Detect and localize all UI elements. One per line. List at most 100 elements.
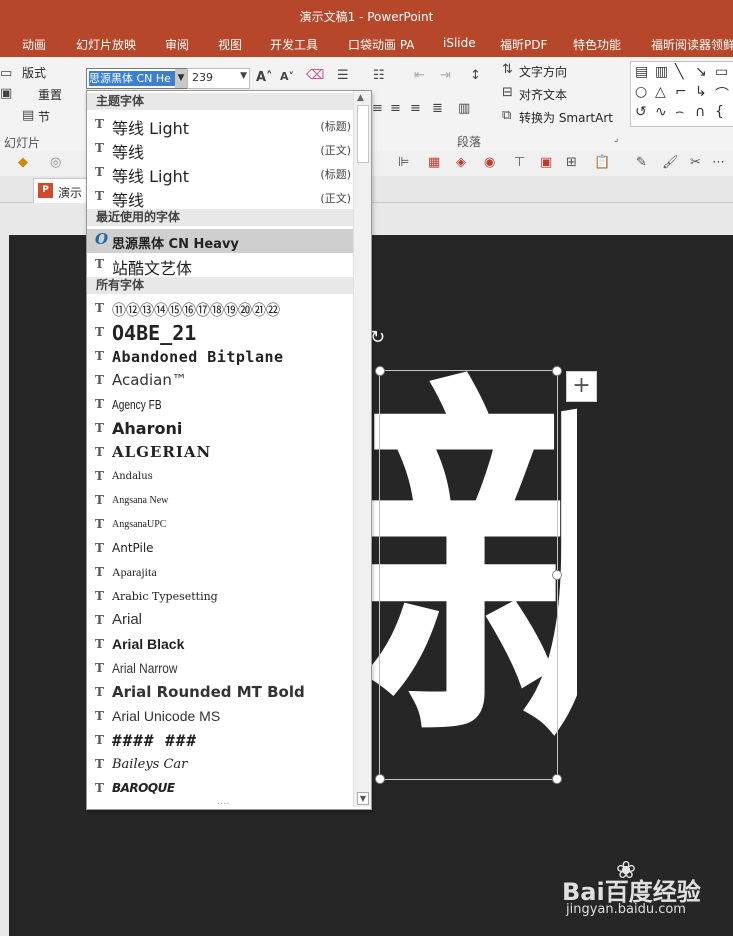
curve-connector-icon[interactable]: ⌒ bbox=[715, 84, 729, 104]
group-objects-icon[interactable]: ◈ bbox=[456, 155, 466, 170]
chevron-down-icon[interactable]: ▼ bbox=[240, 71, 247, 81]
spacing-icon[interactable]: ⊞ bbox=[566, 155, 577, 170]
font-size-combo[interactable]: 239 ▼ bbox=[187, 68, 250, 89]
oval-shape-icon[interactable]: ○ bbox=[635, 84, 647, 100]
font-dropdown[interactable]: 主题字体 T 等线 Light (标题) T 等线 (正文) T 等线 Ligh… bbox=[86, 90, 372, 810]
justify-icon[interactable]: ≡ bbox=[410, 101, 421, 116]
chevron-down-icon[interactable]: ▼ bbox=[175, 69, 187, 88]
arc-shape-icon[interactable]: ⌢ bbox=[675, 104, 684, 120]
columns-icon[interactable]: ▥ bbox=[458, 101, 470, 116]
tab-animation[interactable]: 动画 bbox=[22, 36, 46, 53]
freeform-shape-icon[interactable]: ∩ bbox=[695, 104, 705, 120]
font-option[interactable]: T Andalus bbox=[87, 465, 353, 489]
line-spacing-icon[interactable]: ↕ bbox=[470, 68, 481, 83]
scroll-up-icon[interactable]: ▲ bbox=[357, 93, 364, 103]
resize-handle-top-right[interactable] bbox=[552, 366, 562, 376]
resize-handle-top-left[interactable] bbox=[375, 366, 385, 376]
brace-shape-icon[interactable]: { bbox=[715, 104, 724, 120]
font-option[interactable]: T O4BE_21 bbox=[87, 321, 353, 345]
bullets-icon[interactable]: ☰ bbox=[337, 68, 349, 83]
shrink-font-icon[interactable]: A˅ bbox=[280, 70, 294, 83]
align-center-icon[interactable]: ≡ bbox=[372, 101, 383, 116]
clear-format-icon[interactable]: ⌫ bbox=[306, 68, 324, 83]
tab-developer[interactable]: 开发工具 bbox=[270, 36, 318, 53]
font-option[interactable]: T 等线 Light (标题) bbox=[87, 161, 353, 186]
font-option[interactable]: T Aharoni bbox=[87, 417, 353, 441]
rectangle-shape-icon[interactable]: ▭ bbox=[715, 64, 728, 80]
format-painter-icon[interactable]: 🖌 bbox=[662, 155, 679, 170]
font-option-selected[interactable]: O 思源黑体 CN Heavy bbox=[87, 229, 353, 253]
tab-foxit-pdf[interactable]: 福昕PDF bbox=[500, 36, 547, 53]
brush-icon[interactable]: ✎ bbox=[636, 155, 647, 170]
align-text-button[interactable]: 对齐文本 bbox=[519, 86, 567, 103]
reset-button[interactable]: 重置 bbox=[38, 86, 62, 103]
font-option[interactable]: T Aparajita bbox=[87, 561, 353, 585]
font-option[interactable]: T AngsanaUPC bbox=[87, 513, 353, 537]
text-direction-button[interactable]: 文字方向 bbox=[519, 63, 567, 80]
font-option[interactable]: T 站酷文艺体 bbox=[87, 253, 353, 278]
tab-view[interactable]: 视图 bbox=[218, 36, 242, 53]
font-option[interactable]: T ALGERIAN bbox=[87, 441, 353, 465]
fill-color-icon[interactable]: ◆ bbox=[18, 155, 28, 170]
numbering-icon[interactable]: ☷ bbox=[373, 68, 385, 83]
align-right-icon[interactable]: ≡ bbox=[390, 101, 401, 116]
font-option[interactable]: T AntPile bbox=[87, 537, 353, 561]
layout-button[interactable]: 版式 bbox=[22, 64, 46, 81]
dialog-launcher-icon[interactable]: ⌟ bbox=[614, 134, 618, 144]
paste-icon[interactable]: 📋 bbox=[594, 155, 610, 170]
resize-handle-bottom-left[interactable] bbox=[375, 774, 385, 784]
align-top-icon[interactable]: ⊤ bbox=[514, 155, 525, 170]
font-option[interactable]: T 等线 (正文) bbox=[87, 137, 353, 162]
decrease-indent-icon[interactable]: ⇤ bbox=[414, 68, 425, 83]
tab-features[interactable]: 特色功能 bbox=[573, 36, 621, 53]
tab-review[interactable]: 审阅 bbox=[165, 36, 189, 53]
shapes-gallery[interactable]: ▤ ▥ ╲ ↘ ▭ ○ △ ⌐ ↳ ⌒ ↺ ∿ ⌢ ∩ { bbox=[630, 61, 733, 127]
section-button[interactable]: 节 bbox=[38, 108, 50, 125]
scroll-down-icon[interactable]: ▼ bbox=[357, 792, 369, 805]
font-option[interactable]: T 等线 (正文) bbox=[87, 185, 353, 210]
font-option[interactable]: T Arial Narrow bbox=[87, 657, 353, 681]
scroll-thumb[interactable] bbox=[357, 105, 369, 163]
size-objects-icon[interactable]: ▣ bbox=[540, 155, 552, 170]
document-tab[interactable]: P 演示 bbox=[33, 178, 91, 203]
resize-handle-right[interactable] bbox=[552, 570, 562, 580]
eraser-icon[interactable]: ✂ bbox=[690, 155, 701, 170]
font-option[interactable]: T Abandoned Bitplane bbox=[87, 345, 353, 369]
line-shape-icon[interactable]: ╲ bbox=[675, 64, 683, 80]
more-icon[interactable]: ⋯ bbox=[712, 155, 725, 170]
font-option[interactable]: T Acadian™ bbox=[87, 369, 353, 393]
selection-box[interactable] bbox=[375, 366, 562, 784]
loop-shape-icon[interactable]: ↺ bbox=[635, 104, 647, 120]
resize-handle-bottom-right[interactable] bbox=[552, 774, 562, 784]
smartart-button[interactable]: 转换为 SmartArt bbox=[519, 109, 613, 126]
tab-slideshow[interactable]: 幻灯片放映 bbox=[76, 36, 136, 53]
font-option[interactable]: T #### ### bbox=[87, 729, 353, 753]
rotate-objects-icon[interactable]: ◉ bbox=[484, 155, 495, 170]
font-option[interactable]: T ⑪⑫⑬⑭⑮⑯⑰⑱⑲⑳㉑㉒ bbox=[87, 297, 353, 321]
wave-shape-icon[interactable]: ∿ bbox=[655, 104, 667, 120]
font-option[interactable]: T Arial Rounded MT Bold bbox=[87, 681, 353, 705]
font-option[interactable]: T Agency FB bbox=[87, 393, 353, 417]
grow-font-icon[interactable]: A˄ bbox=[256, 70, 273, 85]
dropdown-scrollbar[interactable]: ▲ ▼ bbox=[353, 91, 371, 807]
textbox-shape-icon[interactable]: ▤ bbox=[635, 64, 648, 80]
resize-grip[interactable]: .... bbox=[217, 796, 230, 807]
tab-foxit-reader[interactable]: 福昕阅读器领鲜 bbox=[651, 36, 733, 53]
arrow-shape-icon[interactable]: ↘ bbox=[695, 64, 707, 80]
elbow-arrow-icon[interactable]: ↳ bbox=[695, 84, 707, 100]
font-option[interactable]: T Arial bbox=[87, 609, 353, 633]
vertical-textbox-shape-icon[interactable]: ▥ bbox=[655, 64, 668, 80]
font-option[interactable]: T 等线 Light (标题) bbox=[87, 113, 353, 138]
outline-icon[interactable]: ◎ bbox=[50, 155, 61, 170]
elbow-connector-icon[interactable]: ⌐ bbox=[675, 84, 687, 100]
tab-islide[interactable]: iSlide bbox=[443, 36, 476, 50]
font-option[interactable]: T Arial Black bbox=[87, 633, 353, 657]
font-name-combo[interactable]: 思源黑体 CN He ▼ bbox=[86, 68, 188, 89]
distribute-icon[interactable]: ≣ bbox=[432, 101, 443, 116]
rotate-icon[interactable]: ↻ bbox=[370, 327, 390, 348]
align-left-objects-icon[interactable]: ⊫ bbox=[398, 155, 409, 170]
font-option[interactable]: T Arabic Typesetting bbox=[87, 585, 353, 609]
font-option[interactable]: T Angsana New bbox=[87, 489, 353, 513]
font-option[interactable]: T Arial Unicode MS bbox=[87, 705, 353, 729]
tab-pocket-animation[interactable]: 口袋动画 PA bbox=[348, 36, 415, 53]
